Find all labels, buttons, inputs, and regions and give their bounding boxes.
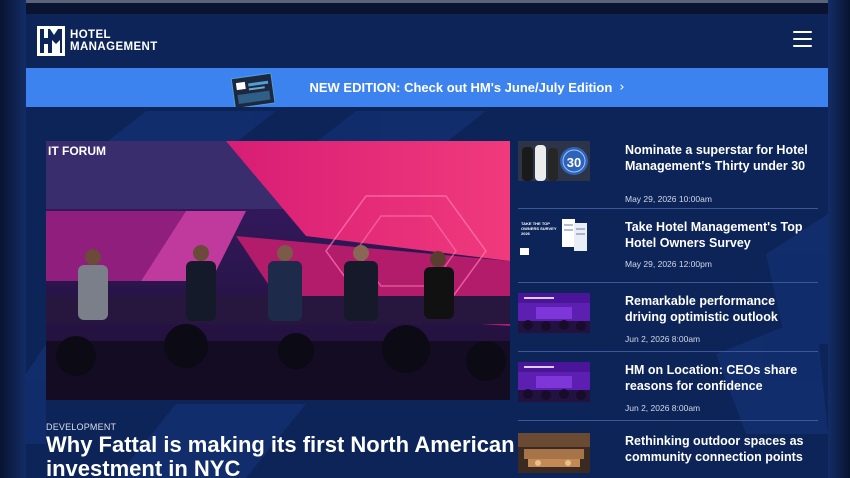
page-right-edge (828, 0, 850, 478)
sidebar-article[interactable]: Remarkable performance driving optimisti… (518, 283, 818, 352)
logo-line-hotel: HOTEL (70, 29, 111, 41)
logo-wordmark: HOTEL MANAGEMENT (70, 29, 158, 53)
menu-bar (793, 38, 812, 40)
page-left-edge (0, 0, 26, 478)
hero-headline[interactable]: Why Fattal is making its first North Ame… (46, 433, 516, 478)
chevron-right-icon: › (619, 80, 625, 95)
article-title: HM on Location: CEOs share reasons for c… (625, 363, 798, 393)
hero-image-label: IT FORUM (48, 144, 106, 158)
article-date: Jun 2, 2026 8:00am (625, 334, 701, 344)
panel-discussion-photo: IT FORUM (46, 141, 510, 400)
article-title: Remarkable performance driving optimisti… (625, 294, 778, 324)
sidebar-article[interactable]: TAKE THE TOP OWNERS SURVEY 2026 Take Hot… (518, 209, 818, 283)
article-title: Take Hotel Management's Top Hotel Owners… (625, 220, 803, 250)
article-date: Jun 2, 2026 8:00am (625, 403, 701, 413)
article-thumbnail (518, 293, 590, 333)
article-thumbnail (518, 362, 590, 402)
hm-logo-icon (37, 26, 65, 56)
menu-bar (793, 45, 812, 47)
thirty-under-30-thumbnail: 30 (518, 141, 590, 181)
menu-bar (793, 31, 812, 33)
article-thumbnail: 30 (518, 141, 590, 181)
article-date: May 29, 2026 12:00pm (625, 259, 712, 269)
hamburger-menu-icon[interactable] (793, 31, 812, 47)
new-edition-banner[interactable]: NEW EDITION: Check out HM's June/July Ed… (26, 68, 828, 107)
page-frame: HOTEL MANAGEMENT NEW EDITION: Check out … (26, 14, 828, 478)
site-logo[interactable]: HOTEL MANAGEMENT (36, 25, 158, 57)
thirty-badge-text: 30 (567, 155, 581, 170)
survey-thumb-caption: TAKE THE TOP OWNERS SURVEY 2026 (521, 221, 557, 236)
sidebar-articles: 30 Nominate a superstar for Hotel Manage… (518, 140, 818, 478)
sidebar-article[interactable]: 30 Nominate a superstar for Hotel Manage… (518, 140, 818, 209)
site-header: HOTEL MANAGEMENT (26, 14, 828, 68)
hero-category: DEVELOPMENT (46, 422, 117, 432)
top-rule (26, 0, 828, 3)
conference-stage-thumbnail (518, 362, 590, 402)
article-thumbnail (518, 433, 590, 473)
sidebar-article[interactable]: HM on Location: CEOs share reasons for c… (518, 352, 818, 421)
hero-image[interactable]: IT FORUM (46, 141, 510, 400)
conference-stage-thumbnail (518, 293, 590, 333)
article-title: Nominate a superstar for Hotel Managemen… (625, 143, 808, 173)
outdoor-space-thumbnail (518, 433, 590, 473)
banner-text: NEW EDITION: Check out HM's June/July Ed… (309, 80, 613, 95)
magazine-cover-thumbnail (230, 73, 275, 107)
sidebar-article[interactable]: Rethinking outdoor spaces as community c… (518, 421, 818, 478)
logo-line-management: MANAGEMENT (70, 41, 158, 53)
article-title: Rethinking outdoor spaces as community c… (625, 434, 804, 464)
article-date: May 29, 2026 10:00am (625, 194, 712, 204)
